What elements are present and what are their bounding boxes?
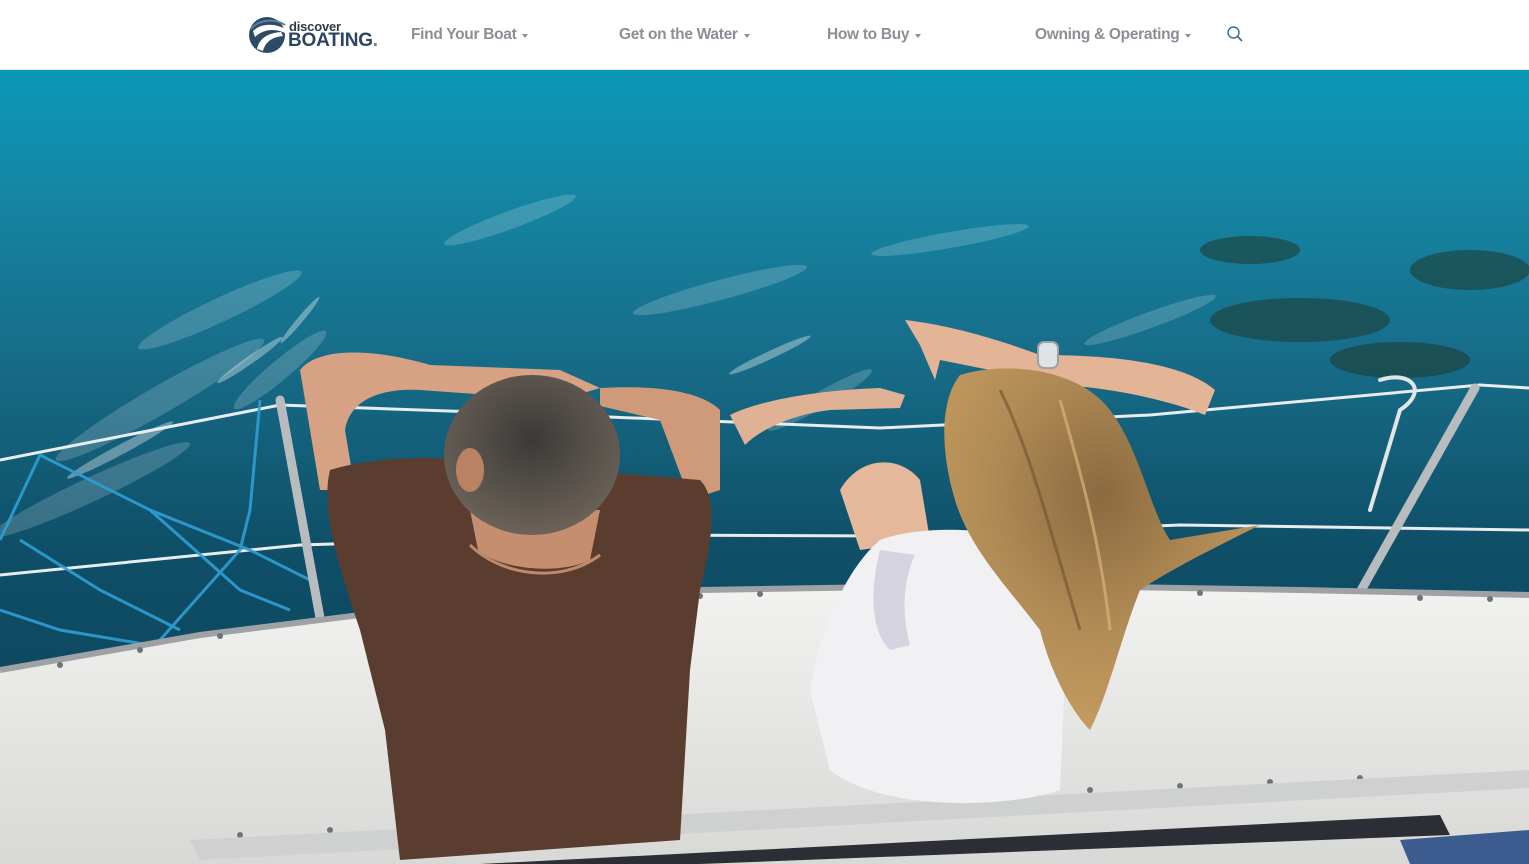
- logo-text-dot: .: [372, 30, 378, 51]
- caret-down-icon: [743, 33, 750, 38]
- nav-label: Find Your Boat: [411, 26, 517, 43]
- site-header: discover BOATING. Find Your Boat Get on …: [0, 0, 1529, 70]
- discover-boating-logo[interactable]: discover BOATING.: [247, 15, 378, 55]
- logo-text-boating-word: BOATING: [288, 30, 373, 51]
- nav-label: Get on the Water: [619, 26, 738, 43]
- caret-down-icon: [1185, 33, 1192, 38]
- search-icon: [1227, 26, 1243, 42]
- nav-get-on-the-water[interactable]: Get on the Water: [619, 24, 750, 46]
- logo-text-boating: BOATING.: [288, 31, 378, 51]
- nav-label: How to Buy: [827, 26, 910, 43]
- boat-logo-icon: [249, 17, 286, 53]
- hero-image-couple-on-sailboat: [0, 70, 1529, 864]
- hero-illustration: [0, 70, 1529, 864]
- caret-down-icon: [522, 33, 529, 38]
- nav-owning-and-operating[interactable]: Owning & Operating: [1035, 24, 1192, 46]
- search-button[interactable]: [1225, 24, 1245, 44]
- nav-how-to-buy[interactable]: How to Buy: [827, 24, 922, 46]
- nav-label: Owning & Operating: [1035, 26, 1180, 43]
- caret-down-icon: [915, 33, 922, 38]
- nav-find-your-boat[interactable]: Find Your Boat: [411, 24, 529, 46]
